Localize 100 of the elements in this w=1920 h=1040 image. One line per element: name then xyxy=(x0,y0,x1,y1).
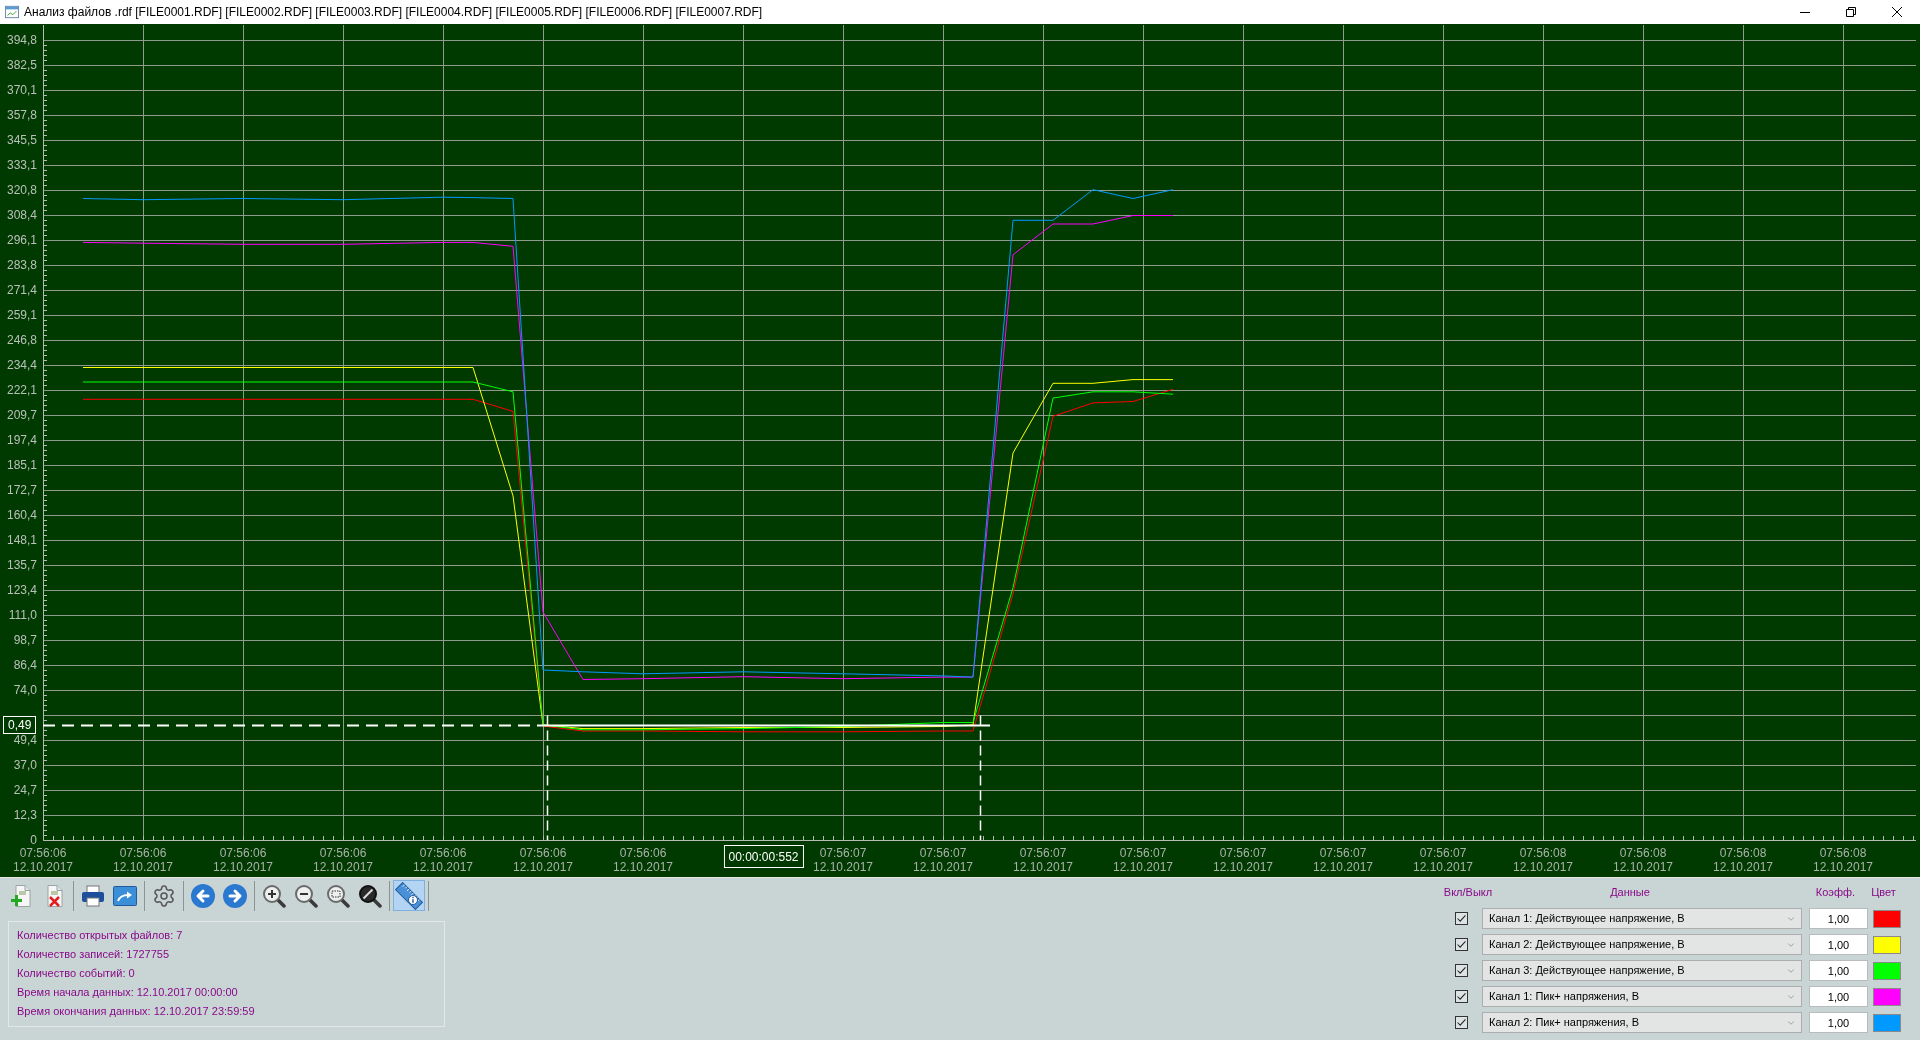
channel-dropdown[interactable]: Канал 1: Пик+ напряжения, В xyxy=(1482,986,1802,1007)
checkbox[interactable] xyxy=(1455,912,1468,925)
color-swatch-icon[interactable] xyxy=(1873,1013,1901,1032)
measure-button[interactable] xyxy=(393,880,425,911)
channel-dropdown[interactable]: Канал 3: Действующее напряжение, В xyxy=(1482,960,1802,981)
color-swatch-icon[interactable] xyxy=(1873,935,1901,954)
x-axis-label: 07:56:08 12.10.2017 xyxy=(1812,846,1874,874)
coefficient-field[interactable]: 1,00 xyxy=(1809,934,1868,955)
y-axis-label: 111,0 xyxy=(8,610,37,621)
checkmark-icon xyxy=(1457,941,1466,948)
y-axis-label: 320,8 xyxy=(6,184,37,195)
y-axis-label: 246,8 xyxy=(6,334,37,345)
checkbox[interactable] xyxy=(1455,964,1468,977)
x-axis-label: 07:56:07 12.10.2017 xyxy=(1112,846,1174,874)
column-header: Данные xyxy=(1610,884,1650,900)
x-axis-label: 07:56:08 12.10.2017 xyxy=(1712,846,1774,874)
window-title: Анализ файлов .rdf [FILE0001.RDF] [FILE0002.RDF] [FILE0003.RDF] [FILE0004.RDF] [FILE0005.RDF] [FILE0006.RDF] [FILE0007.RDF] xyxy=(24,4,763,21)
checkmark-icon xyxy=(1457,1019,1466,1026)
x-axis-label: 07:56:06 12.10.2017 xyxy=(512,846,574,874)
zoom-out-icon xyxy=(294,883,318,908)
checkmark-icon xyxy=(1457,915,1466,922)
cursor-value-readout: 0,49 xyxy=(3,715,37,734)
y-axis-label: 357,8 xyxy=(6,109,37,120)
x-axis-label: 07:56:07 12.10.2017 xyxy=(1212,846,1274,874)
x-axis-label: 07:56:07 12.10.2017 xyxy=(1412,846,1474,874)
y-axis-label: 123,4 xyxy=(6,584,37,595)
settings-icon xyxy=(152,883,176,908)
channel-dropdown[interactable]: Канал 1: Действующее напряжение, В xyxy=(1482,908,1802,929)
y-axis-label: 271,4 xyxy=(6,285,37,296)
y-axis-label: 148,1 xyxy=(6,534,37,545)
coefficient-field[interactable]: 1,00 xyxy=(1809,986,1868,1007)
column-header: Цвет xyxy=(1871,884,1896,900)
document-plus-icon xyxy=(10,883,34,908)
interval-readout: 00:00:00:552 xyxy=(723,845,804,868)
x-axis-label: 07:56:08 12.10.2017 xyxy=(1512,846,1574,874)
info-text: Количество событий: 0 xyxy=(17,966,135,981)
y-axis-label: 222,1 xyxy=(6,384,37,395)
y-axis-label: 49,4 xyxy=(13,734,37,745)
y-axis-label: 333,1 xyxy=(6,160,37,170)
y-axis-label: 283,8 xyxy=(6,259,37,270)
x-axis-label: 07:56:07 12.10.2017 xyxy=(912,846,974,874)
x-axis-label: 07:56:07 12.10.2017 xyxy=(1312,846,1374,874)
checkmark-icon xyxy=(1457,967,1466,974)
restore-icon xyxy=(1846,7,1856,17)
y-axis-label: 394,8 xyxy=(6,35,37,45)
channel-dropdown[interactable]: Канал 2: Действующее напряжение, В xyxy=(1482,934,1802,955)
y-axis-label: 308,4 xyxy=(6,210,37,221)
close-icon xyxy=(1892,7,1902,17)
column-header: Коэфф. xyxy=(1815,884,1856,900)
ruler-icon xyxy=(395,881,423,910)
y-axis-label: 370,1 xyxy=(6,85,37,96)
x-axis-label: 07:56:06 12.10.2017 xyxy=(112,846,174,874)
x-axis-label: 07:56:07 12.10.2017 xyxy=(812,846,874,874)
column-header: Вкл/Выкл xyxy=(1443,884,1493,900)
y-axis-label: 37,0 xyxy=(13,760,37,770)
y-axis-label: 86,4 xyxy=(13,659,37,670)
x-axis-label: 07:56:08 12.10.2017 xyxy=(1612,846,1674,874)
x-axis-label: 07:56:06 12.10.2017 xyxy=(212,846,274,874)
y-axis-label: 185,1 xyxy=(6,459,37,470)
x-axis-label: 07:56:06 12.10.2017 xyxy=(312,846,374,874)
magnifier-slash-icon xyxy=(358,883,382,908)
color-swatch-icon[interactable] xyxy=(1873,909,1901,928)
checkbox[interactable] xyxy=(1455,1016,1468,1029)
info-text: Количество открытых файлов: 7 xyxy=(17,928,183,943)
zoom-area-icon xyxy=(326,883,350,908)
y-axis-label: 234,4 xyxy=(6,360,37,370)
channel-dropdown[interactable]: Канал 2: Пик+ напряжения, В xyxy=(1482,1012,1802,1033)
y-axis-label: 197,4 xyxy=(6,435,37,445)
y-axis-label: 24,7 xyxy=(13,784,37,795)
y-axis-label: 345,5 xyxy=(6,134,37,145)
checkmark-icon xyxy=(1457,993,1466,1000)
coefficient-field[interactable]: 1,00 xyxy=(1809,1012,1868,1033)
y-axis-label: 74,0 xyxy=(13,685,37,696)
minimize-icon xyxy=(1800,11,1810,13)
y-axis-label: 0 xyxy=(30,835,37,845)
checkbox[interactable] xyxy=(1455,990,1468,1003)
y-axis-label: 296,1 xyxy=(6,235,37,245)
zoom-in-icon xyxy=(262,883,286,908)
x-axis-label: 07:56:06 12.10.2017 xyxy=(612,846,674,874)
app-icon xyxy=(5,5,19,19)
color-swatch-icon[interactable] xyxy=(1873,987,1901,1006)
y-axis-label: 98,7 xyxy=(13,635,37,645)
coefficient-field[interactable]: 1,00 xyxy=(1809,908,1868,929)
y-axis-label: 135,7 xyxy=(6,560,37,570)
y-axis-label: 259,1 xyxy=(6,309,37,320)
info-text: Время окончания данных: 12.10.2017 23:59:59 xyxy=(17,1004,255,1019)
y-axis-label: 382,5 xyxy=(6,59,37,70)
x-axis-label: 07:56:07 12.10.2017 xyxy=(1012,846,1074,874)
checkbox[interactable] xyxy=(1455,938,1468,951)
y-axis-label: 209,7 xyxy=(6,410,37,421)
info-text: Время начала данных: 12.10.2017 00:00:00 xyxy=(17,985,238,1000)
printer-icon xyxy=(81,883,105,908)
color-swatch-icon[interactable] xyxy=(1873,961,1901,980)
y-axis-label: 12,3 xyxy=(13,810,37,821)
x-axis-label: 07:56:06 12.10.2017 xyxy=(12,846,74,874)
y-axis-label: 172,7 xyxy=(6,485,37,496)
x-axis-label: 07:56:06 12.10.2017 xyxy=(412,846,474,874)
coefficient-field[interactable]: 1,00 xyxy=(1809,960,1868,981)
y-axis-label: 160,4 xyxy=(6,509,37,520)
info-text: Количество записей: 1727755 xyxy=(17,947,170,962)
